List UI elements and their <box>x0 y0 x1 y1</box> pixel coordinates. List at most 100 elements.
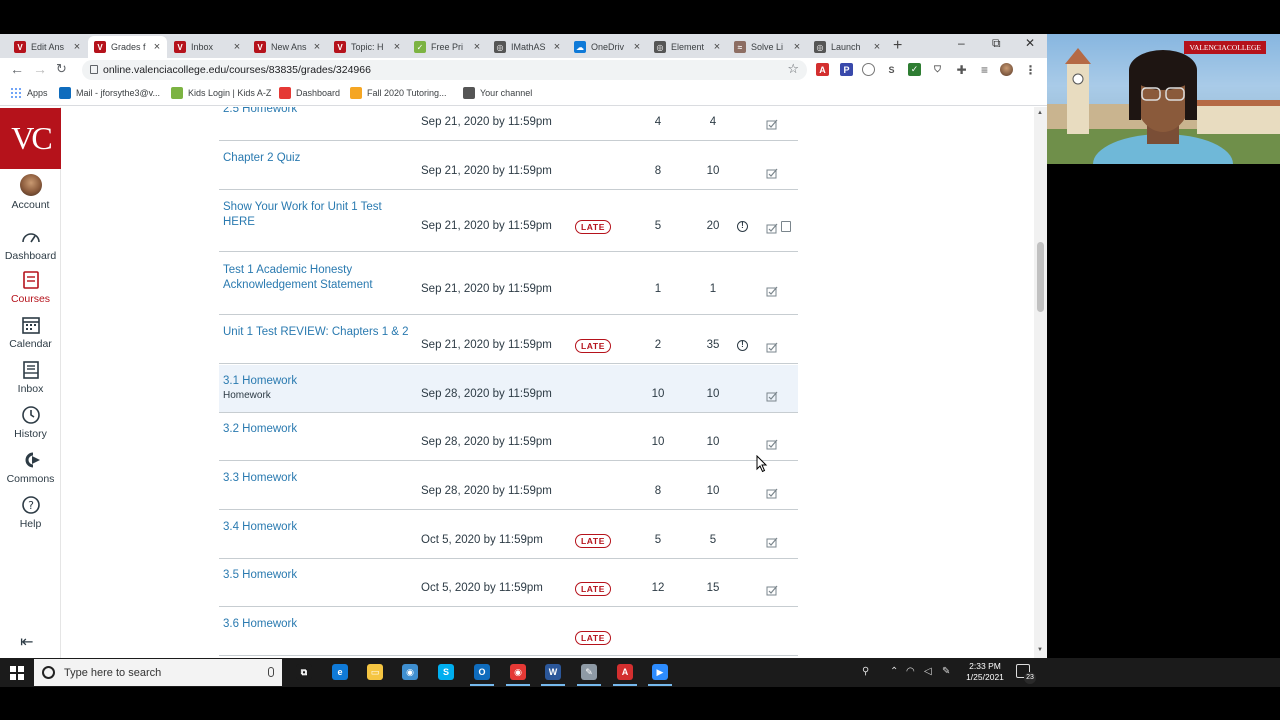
tab-close-icon[interactable]: × <box>551 41 563 53</box>
tab-close-icon[interactable]: × <box>471 41 483 53</box>
browser-tab[interactable]: ◎ Element × <box>648 36 727 58</box>
bookmark-item[interactable]: Fall 2020 Tutoring... <box>350 87 447 99</box>
tab-close-icon[interactable]: × <box>871 41 883 53</box>
taskbar-search-box[interactable]: Type here to search <box>34 659 282 686</box>
browser-tab[interactable]: ◎ IMathAS × <box>488 36 567 58</box>
grade-row[interactable]: 3.1 Homework Homework Sep 28, 2020 by 11:5… <box>219 365 798 413</box>
tab-close-icon[interactable]: × <box>311 41 323 53</box>
taskbar-clock[interactable]: 2:33 PM 1/25/2021 <box>958 661 1012 683</box>
people-icon[interactable]: ⚲ <box>862 666 869 677</box>
browser-menu-icon[interactable]: ⋮ <box>1024 63 1037 77</box>
global-nav-commons[interactable]: Commons <box>0 450 61 485</box>
assignment-link[interactable]: 3.3 Homework <box>223 471 413 486</box>
grade-row[interactable]: 3.4 Homework Oct 5, 2020 by 11:59pm LATE 5 5 <box>219 511 798 559</box>
globe-app-icon[interactable]: ◉ <box>402 664 418 680</box>
grade-row[interactable]: Chapter 2 Quiz Sep 21, 2020 by 11:59pm 8 10 <box>219 142 798 190</box>
browser-tab[interactable]: ≈ Solve Li × <box>728 36 807 58</box>
rubric-icon[interactable] <box>766 486 779 499</box>
microphone-icon[interactable] <box>268 667 274 677</box>
submission-detail-icon[interactable] <box>781 221 791 232</box>
rubric-icon[interactable] <box>766 535 779 548</box>
bookmark-star-icon[interactable]: ☆ <box>787 61 799 77</box>
forward-icon[interactable]: → <box>33 61 47 77</box>
s-extension-icon[interactable]: S <box>885 63 898 76</box>
assignment-link[interactable]: 3.2 Homework <box>223 422 413 437</box>
back-icon[interactable]: ← <box>10 61 24 77</box>
assignment-link[interactable]: 3.5 Homework <box>223 568 413 583</box>
bookmark-item[interactable]: Kids Login | Kids A-Z <box>171 87 271 99</box>
assignment-link[interactable]: Unit 1 Test REVIEW: Chapters 1 & 2 <box>223 325 413 340</box>
bookmark-item[interactable]: Apps <box>10 87 48 99</box>
reload-icon[interactable]: ↻ <box>56 61 67 77</box>
global-nav-inbox[interactable]: Inbox <box>0 360 61 395</box>
bookmark-item[interactable]: Your channel <box>463 87 532 99</box>
acrobat-extension-icon[interactable]: A <box>816 63 829 76</box>
tab-close-icon[interactable]: × <box>391 41 403 53</box>
browser-tab[interactable]: V Inbox × <box>168 36 247 58</box>
grade-row[interactable]: 2.5 Homework Sep 21, 2020 by 11:59pm 4 4 <box>219 107 798 141</box>
global-nav-dashboard[interactable]: Dashboard <box>0 227 61 262</box>
submission-comment-icon[interactable]: ! <box>737 221 748 232</box>
tab-close-icon[interactable]: × <box>151 41 163 53</box>
grade-row[interactable]: 3.3 Homework Sep 28, 2020 by 11:59pm 8 10 <box>219 462 798 510</box>
rubric-icon[interactable] <box>766 284 779 297</box>
tray-chevron-icon[interactable]: ⌃ <box>890 666 898 677</box>
volume-icon[interactable]: ◁ <box>924 666 932 677</box>
browser-tab[interactable]: V New Ans × <box>248 36 327 58</box>
browser-tab[interactable]: V Grades f × <box>88 36 167 58</box>
address-bar[interactable]: online.valenciacollege.edu/courses/83835… <box>82 60 807 80</box>
grade-row[interactable]: Test 1 Academic Honesty Acknowledgement … <box>219 253 798 315</box>
tab-close-icon[interactable]: × <box>71 41 83 53</box>
restore-icon[interactable]: ⧉ <box>992 36 1001 51</box>
close-icon[interactable]: ✕ <box>1025 36 1035 50</box>
scroll-down-icon[interactable]: ▼ <box>1037 647 1043 653</box>
grade-row[interactable]: 3.5 Homework Oct 5, 2020 by 11:59pm LATE 12… <box>219 559 798 607</box>
global-nav-courses[interactable]: Courses <box>0 270 61 305</box>
skype-icon[interactable]: S <box>438 664 454 680</box>
reading-list-icon[interactable]: ≡ <box>978 63 991 77</box>
grade-row[interactable]: Unit 1 Test REVIEW: Chapters 1 & 2 Sep 21… <box>219 316 798 364</box>
tab-close-icon[interactable]: × <box>631 41 643 53</box>
word-icon[interactable]: W <box>541 664 565 686</box>
rubric-icon[interactable] <box>766 389 779 402</box>
shield-extension-icon[interactable]: ⛉ <box>931 63 944 76</box>
tab-close-icon[interactable]: × <box>231 41 243 53</box>
page-scrollbar[interactable]: ▲ ▼ <box>1034 107 1047 658</box>
assignment-link[interactable]: 3.1 Homework Homework <box>223 374 413 403</box>
browser-tab[interactable]: ◎ Launch × <box>808 36 887 58</box>
scrollbar-thumb[interactable] <box>1037 242 1044 312</box>
browser-tab[interactable]: ☁ OneDriv × <box>568 36 647 58</box>
global-nav-account[interactable]: Account <box>0 174 61 211</box>
acrobat-icon[interactable]: A <box>613 664 637 686</box>
global-nav-help[interactable]: ? Help <box>0 495 61 530</box>
task-view-icon[interactable]: ⧉ <box>296 664 312 680</box>
circle-extension-icon[interactable] <box>862 63 875 76</box>
file-explorer-icon[interactable]: ▭ <box>367 664 383 680</box>
zoom-icon[interactable]: ▶ <box>648 664 672 686</box>
browser-tab[interactable]: V Edit Ans × <box>8 36 87 58</box>
grade-row[interactable]: Show Your Work for Unit 1 Test HERE Sep 2… <box>219 190 798 252</box>
p-extension-icon[interactable]: P <box>840 63 853 76</box>
chrome-icon[interactable]: ◉ <box>506 664 530 686</box>
scroll-up-icon[interactable]: ▲ <box>1037 110 1043 116</box>
rubric-icon[interactable] <box>766 437 779 450</box>
minimize-icon[interactable]: – <box>958 36 965 50</box>
profile-avatar-icon[interactable] <box>1000 63 1013 76</box>
rubric-icon[interactable] <box>766 583 779 596</box>
tab-close-icon[interactable]: × <box>711 41 723 53</box>
new-tab-button[interactable]: + <box>893 37 902 55</box>
assignment-link[interactable]: Show Your Work for Unit 1 Test HERE <box>223 200 413 229</box>
global-nav-calendar[interactable]: Calendar <box>0 315 61 350</box>
rubric-icon[interactable] <box>766 166 779 179</box>
grade-row[interactable]: 3.6 Homework LATE <box>219 608 798 656</box>
bookmark-item[interactable]: Dashboard <box>279 87 340 99</box>
global-nav-history[interactable]: History <box>0 405 61 440</box>
rubric-icon[interactable] <box>766 221 779 234</box>
grade-row[interactable]: 3.2 Homework Sep 28, 2020 by 11:59pm 10 10 <box>219 413 798 461</box>
assignment-link[interactable]: Test 1 Academic Honesty Acknowledgement … <box>223 263 413 292</box>
edge-icon[interactable]: e <box>332 664 348 680</box>
outlook-icon[interactable]: O <box>470 664 494 686</box>
college-logo[interactable]: VC <box>0 108 61 169</box>
paint-app-icon[interactable]: ✎ <box>577 664 601 686</box>
rubric-icon[interactable] <box>766 117 779 130</box>
